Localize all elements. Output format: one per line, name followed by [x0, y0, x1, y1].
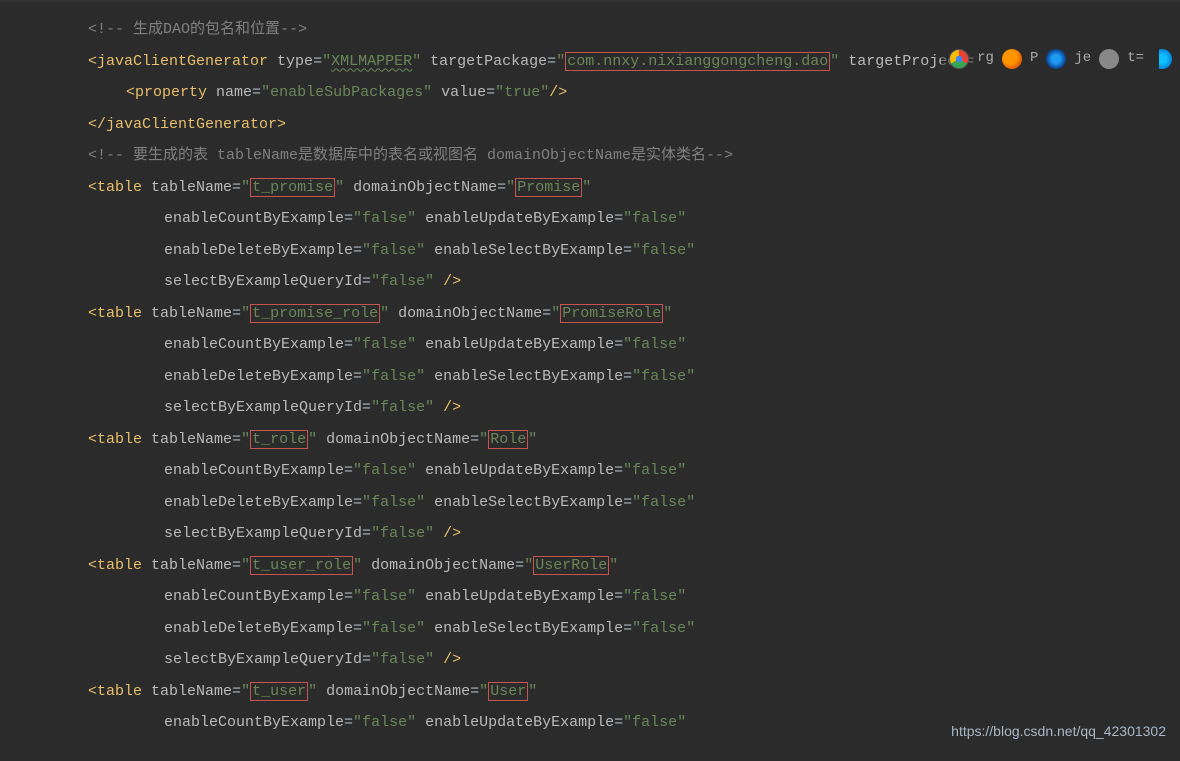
attr-value: false: [632, 336, 677, 353]
code-line: <!-- 要生成的表 tableName是数据库中的表名或视图名 domainO…: [88, 140, 1180, 172]
code-line: enableDeleteByExample="false" enableSele…: [88, 487, 1180, 519]
domain-object-name-value: User: [488, 682, 528, 701]
code-line: <!-- 生成DAO的包名和位置-->: [88, 14, 1180, 46]
code-line: <table tableName="t_user" domainObjectNa…: [88, 676, 1180, 708]
domain-object-name-value: PromiseRole: [560, 304, 663, 323]
attr-value: false: [371, 368, 416, 385]
target-package-value: com.nnxy.nixianggongcheng.dao: [565, 52, 830, 71]
browser-icon-tray: rg P je t=: [941, 46, 1180, 72]
hidden-text-fragment: je: [1074, 43, 1091, 75]
type-value: XMLMAPPER: [331, 53, 412, 70]
code-line: selectByExampleQueryId="false" />: [88, 266, 1180, 298]
watermark-url: https://blog.csdn.net/qq_42301302: [951, 716, 1166, 748]
attr-value: false: [362, 714, 407, 731]
attr-value: false: [371, 242, 416, 259]
hidden-text-fragment: t=: [1127, 43, 1144, 75]
attr-value: false: [362, 210, 407, 227]
attr-value: false: [371, 620, 416, 637]
chrome-icon[interactable]: [949, 49, 969, 69]
code-line: selectByExampleQueryId="false" />: [88, 644, 1180, 676]
attr-value: false: [380, 399, 425, 416]
attr-value: false: [641, 494, 686, 511]
domain-object-name-value: Role: [488, 430, 528, 449]
safari-icon[interactable]: [1046, 49, 1066, 69]
code-line: <table tableName="t_user_role" domainObj…: [88, 550, 1180, 582]
code-line: selectByExampleQueryId="false" />: [88, 518, 1180, 550]
firefox-icon[interactable]: [1002, 49, 1022, 69]
attr-value: false: [371, 494, 416, 511]
attr-value: false: [632, 588, 677, 605]
code-line: <property name="enableSubPackages" value…: [88, 77, 1180, 109]
table-name-value: t_role: [250, 430, 308, 449]
code-line: enableDeleteByExample="false" enableSele…: [88, 361, 1180, 393]
attr-value: false: [362, 462, 407, 479]
xml-comment: <!-- 要生成的表 tableName是数据库中的表名或视图名 domainO…: [88, 147, 733, 164]
code-line: enableDeleteByExample="false" enableSele…: [88, 613, 1180, 645]
code-editor[interactable]: <!-- 生成DAO的包名和位置--> <javaClientGenerator…: [0, 0, 1180, 739]
attr-value: false: [380, 651, 425, 668]
attr-value: false: [632, 462, 677, 479]
code-line: enableCountByExample="false" enableUpdat…: [88, 455, 1180, 487]
code-line: <table tableName="t_role" domainObjectNa…: [88, 424, 1180, 456]
table-name-value: t_user_role: [250, 556, 353, 575]
attr-value: false: [380, 525, 425, 542]
attr-value: false: [362, 588, 407, 605]
edge-icon[interactable]: [1152, 49, 1172, 69]
hidden-text-fragment: P: [1030, 43, 1038, 75]
property-name: enableSubPackages: [270, 84, 423, 101]
table-name-value: t_user: [250, 682, 308, 701]
domain-object-name-value: UserRole: [533, 556, 609, 575]
code-line: <table tableName="t_promise_role" domain…: [88, 298, 1180, 330]
attr-value: false: [380, 273, 425, 290]
hidden-text-fragment: rg: [977, 43, 994, 75]
code-line: </javaClientGenerator>: [88, 109, 1180, 141]
xml-comment: <!-- 生成DAO的包名和位置-->: [88, 21, 307, 38]
attr-value: false: [632, 714, 677, 731]
attr-value: false: [641, 242, 686, 259]
code-line: <table tableName="t_promise" domainObjec…: [88, 172, 1180, 204]
domain-object-name-value: Promise: [515, 178, 582, 197]
code-line: selectByExampleQueryId="false" />: [88, 392, 1180, 424]
code-line: enableDeleteByExample="false" enableSele…: [88, 235, 1180, 267]
attr-value: false: [641, 620, 686, 637]
attr-value: false: [362, 336, 407, 353]
table-name-value: t_promise: [250, 178, 335, 197]
generic-browser-icon[interactable]: [1099, 49, 1119, 69]
code-line: enableCountByExample="false" enableUpdat…: [88, 203, 1180, 235]
property-value: true: [504, 84, 540, 101]
code-line: enableCountByExample="false" enableUpdat…: [88, 329, 1180, 361]
attr-value: false: [632, 210, 677, 227]
attr-value: false: [641, 368, 686, 385]
table-name-value: t_promise_role: [250, 304, 380, 323]
editor-topbar: [0, 0, 1180, 2]
code-line: enableCountByExample="false" enableUpdat…: [88, 581, 1180, 613]
